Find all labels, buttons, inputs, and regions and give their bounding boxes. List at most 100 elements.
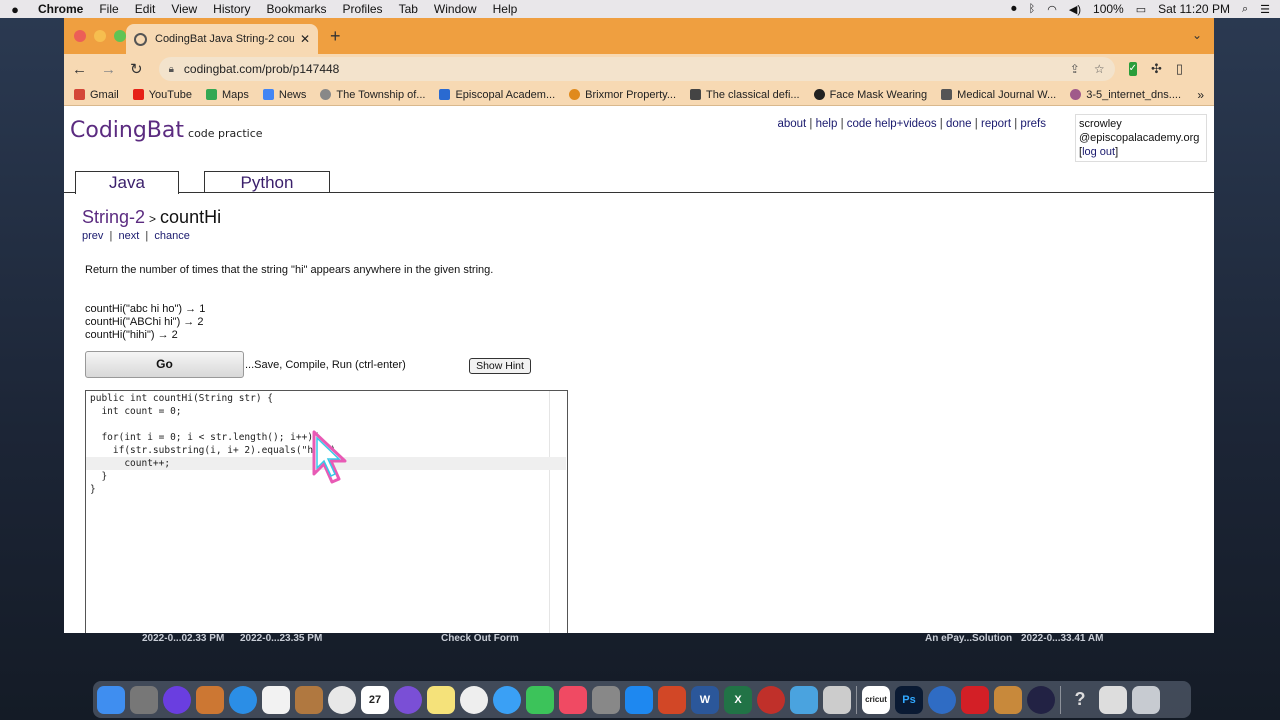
apple-icon[interactable]: ● xyxy=(0,2,30,17)
music-icon[interactable] xyxy=(559,685,587,714)
remote-desktop-icon[interactable] xyxy=(757,685,785,714)
app-store-icon[interactable] xyxy=(625,685,653,714)
code-line[interactable]: int count = 0; xyxy=(90,405,181,418)
menu-edit[interactable]: Edit xyxy=(127,2,164,16)
contacts-icon[interactable] xyxy=(295,685,323,714)
settings-icon[interactable] xyxy=(394,685,422,714)
link-report[interactable]: report xyxy=(981,118,1011,130)
menu-clock[interactable]: Sat 11:20 PM xyxy=(1158,2,1230,16)
site-logo[interactable]: CodingBat code practice xyxy=(70,118,263,143)
messages-icon[interactable] xyxy=(493,685,521,714)
desktop-file[interactable]: An ePay...Solution xyxy=(925,633,1012,644)
link-about[interactable]: about xyxy=(777,118,806,130)
maximize-window-button[interactable] xyxy=(114,30,126,42)
bookmark-episcopal[interactable]: Episcopal Academ... xyxy=(439,89,555,101)
bookmark-brixmor[interactable]: Brixmor Property... xyxy=(569,89,676,101)
url-text[interactable]: codingbat.com/prob/p147448 xyxy=(184,62,1056,76)
safari-icon[interactable] xyxy=(229,685,257,714)
bookmark-news[interactable]: News xyxy=(262,89,306,101)
chance-link[interactable]: chance xyxy=(154,230,189,242)
link-help[interactable]: help xyxy=(816,118,838,130)
link-prefs[interactable]: prefs xyxy=(1020,118,1046,130)
game-icon[interactable] xyxy=(994,685,1022,714)
reload-icon[interactable]: ↻ xyxy=(130,60,143,78)
wifi-icon[interactable]: ◠ xyxy=(1047,3,1057,16)
link-code-help[interactable]: code help+videos xyxy=(847,118,937,130)
excel-icon[interactable]: X xyxy=(724,685,752,714)
photoshop-icon[interactable]: Ps xyxy=(895,685,923,714)
launchpad-icon[interactable] xyxy=(130,685,158,714)
chrome-icon[interactable] xyxy=(328,685,356,714)
address-bar[interactable]: 🔒︎ codingbat.com/prob/p147448 ⇪ ☆ xyxy=(158,57,1115,81)
tab-java[interactable]: Java xyxy=(75,171,179,194)
tab-python[interactable]: Python xyxy=(204,171,330,193)
code-line[interactable]: if(str.substring(i, i+ 2).equals("hi")) xyxy=(90,444,336,457)
menu-file[interactable]: File xyxy=(91,2,126,16)
section-link[interactable]: String-2 xyxy=(82,207,145,227)
desktop-file[interactable]: 2022-0...33.41 AM xyxy=(1021,633,1103,644)
system-preferences-icon[interactable] xyxy=(592,685,620,714)
photos-icon[interactable] xyxy=(460,685,488,714)
code-editor[interactable]: public int countHi(String str) { int cou… xyxy=(85,390,568,633)
bookmark-gmail[interactable]: Gmail xyxy=(74,89,119,101)
bookmark-classical[interactable]: The classical defi... xyxy=(690,89,800,101)
share-icon[interactable]: ⇪ xyxy=(1070,62,1080,76)
menu-profiles[interactable]: Profiles xyxy=(335,2,391,16)
close-window-button[interactable] xyxy=(74,30,86,42)
prev-link[interactable]: prev xyxy=(82,230,103,242)
link-done[interactable]: done xyxy=(946,118,972,130)
extension-check-icon[interactable]: ✓ xyxy=(1128,62,1137,76)
back-icon[interactable]: ← xyxy=(72,61,87,78)
help-icon[interactable]: ? xyxy=(1066,686,1094,714)
photo-booth-icon[interactable] xyxy=(196,685,224,714)
new-tab-button[interactable]: + xyxy=(330,26,341,47)
battery-icon[interactable]: ▭ xyxy=(1136,3,1146,16)
quicktime-icon[interactable] xyxy=(1027,685,1055,714)
show-hint-button[interactable]: Show Hint xyxy=(469,358,531,374)
cricut-icon[interactable]: cricut xyxy=(862,685,890,714)
menu-view[interactable]: View xyxy=(163,2,205,16)
network-icon[interactable] xyxy=(928,685,956,714)
logout-link[interactable]: log out xyxy=(1082,146,1115,158)
acrobat-icon[interactable] xyxy=(961,685,989,714)
menu-help[interactable]: Help xyxy=(485,2,526,16)
notes-icon[interactable] xyxy=(262,685,290,714)
forward-icon[interactable]: → xyxy=(101,61,116,78)
next-link[interactable]: next xyxy=(119,230,140,242)
code-line[interactable]: } xyxy=(90,470,107,483)
bookmark-internet-dns[interactable]: 3-5_internet_dns.... xyxy=(1070,89,1181,101)
chrome-menu-icon[interactable]: ⋮ xyxy=(1211,61,1214,77)
powerpoint-icon[interactable] xyxy=(658,685,686,714)
menu-window[interactable]: Window xyxy=(426,2,485,16)
extensions-puzzle-icon[interactable]: ✣ xyxy=(1151,61,1162,77)
bookmark-medical-journal[interactable]: Medical Journal W... xyxy=(941,89,1056,101)
spotlight-icon[interactable]: ⌕ xyxy=(1242,3,1248,16)
bookmark-face-mask[interactable]: Face Mask Wearing xyxy=(813,89,927,101)
menu-tab[interactable]: Tab xyxy=(391,2,426,16)
tab-search-icon[interactable]: ⌄ xyxy=(1192,28,1202,42)
downloads-icon[interactable] xyxy=(1099,685,1127,714)
code-line[interactable]: for(int i = 0; i < str.length(); i++){ xyxy=(90,431,318,444)
control-center-icon[interactable]: ☰ xyxy=(1260,3,1270,16)
siri-icon[interactable] xyxy=(163,685,191,714)
stickies-icon[interactable] xyxy=(427,685,455,714)
finder-icon[interactable] xyxy=(97,685,125,714)
preview-icon[interactable] xyxy=(823,685,851,714)
screenshot-icon[interactable] xyxy=(790,685,818,714)
word-icon[interactable]: W xyxy=(691,685,719,714)
more-bookmarks-icon[interactable]: » xyxy=(1197,88,1204,102)
bookmark-maps[interactable]: Maps xyxy=(205,89,249,101)
code-line[interactable]: } xyxy=(90,483,96,496)
menu-app[interactable]: Chrome xyxy=(30,2,91,16)
desktop-file[interactable]: 2022-0...23.35 PM xyxy=(240,633,322,644)
code-line[interactable]: public int countHi(String str) { xyxy=(90,392,273,405)
trash-icon[interactable] xyxy=(1132,685,1160,714)
bookmark-youtube[interactable]: YouTube xyxy=(132,89,192,101)
minimize-window-button[interactable] xyxy=(94,30,106,42)
menu-history[interactable]: History xyxy=(205,2,258,16)
desktop-file[interactable]: 2022-0...02.33 PM xyxy=(142,633,224,644)
logo-text[interactable]: CodingBat xyxy=(70,118,184,143)
lock-icon[interactable]: 🔒︎ xyxy=(169,64,174,75)
bluetooth-icon[interactable]: ᛒ xyxy=(1029,3,1036,15)
volume-icon[interactable]: ◀) xyxy=(1069,3,1081,16)
